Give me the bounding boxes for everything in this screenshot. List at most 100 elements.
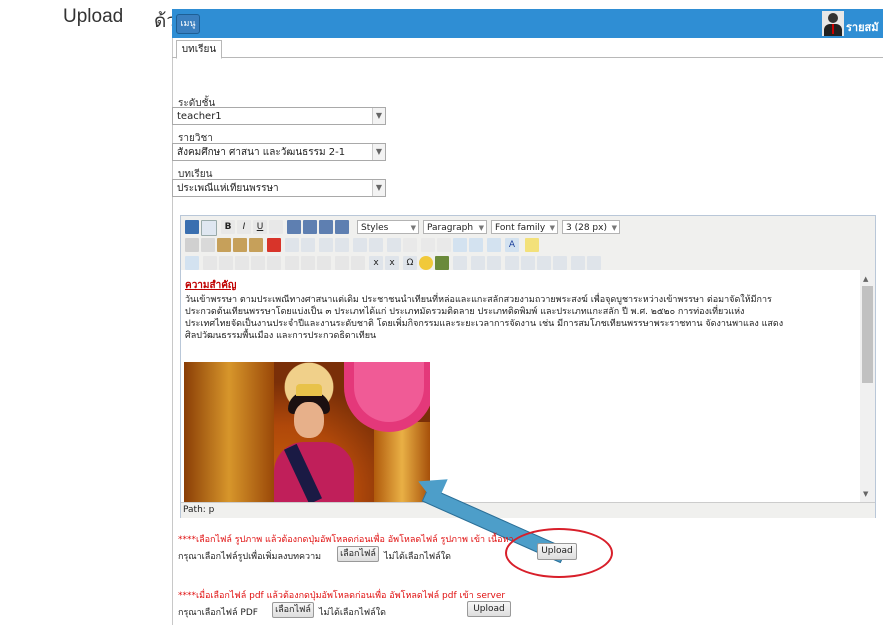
editor-scrollbar-thumb[interactable] — [862, 286, 873, 383]
align-justify-icon[interactable] — [335, 220, 349, 234]
delete-row-icon[interactable] — [267, 256, 281, 270]
image-icon[interactable] — [435, 256, 449, 270]
chevron-down-icon: ▼ — [372, 144, 385, 160]
rtl-icon[interactable] — [487, 256, 501, 270]
row-props-icon[interactable] — [203, 256, 217, 270]
bold-icon[interactable]: B — [221, 220, 235, 234]
italic-icon[interactable]: I — [237, 220, 251, 234]
insert-col-after-icon[interactable] — [301, 256, 315, 270]
scroll-down-icon[interactable]: ▼ — [863, 490, 868, 498]
visual-aid-icon[interactable] — [587, 256, 601, 270]
content-heading: ความสำคัญ — [185, 280, 237, 291]
highlight-color-icon[interactable] — [525, 238, 539, 252]
content-line: วันเข้าพรรษา ตามประเพณีทางศาสนาแต่เดิม ป… — [185, 295, 772, 305]
align-center-icon[interactable] — [303, 220, 317, 234]
scroll-up-icon[interactable]: ▲ — [863, 275, 868, 283]
paragraph-select[interactable]: Paragraph ▼ — [423, 220, 487, 234]
level-select-value: teacher1 — [177, 111, 222, 122]
content-paragraph: วันเข้าพรรษา ตามประเพณีทางศาสนาแต่เดิม ป… — [185, 294, 855, 342]
emoticon-icon[interactable] — [419, 256, 433, 270]
pdf-upload-button[interactable]: Upload — [467, 601, 511, 617]
special-char-icon[interactable]: Ω — [403, 256, 417, 270]
font-size-select-label: 3 (28 px) — [566, 223, 607, 233]
horizontal-rule-icon[interactable] — [469, 238, 483, 252]
chevron-down-icon: ▼ — [611, 224, 617, 232]
table-icon[interactable] — [185, 256, 199, 270]
delete-col-icon[interactable] — [317, 256, 331, 270]
indent-icon[interactable] — [369, 238, 383, 252]
chevron-down-icon: ▼ — [410, 224, 416, 232]
font-size-select[interactable]: 3 (28 px) ▼ — [562, 220, 620, 234]
lesson-select[interactable]: ประเพณีแห่เทียนพรรษา ▼ — [172, 179, 386, 197]
merge-cells-icon[interactable] — [351, 256, 365, 270]
editor-toolbar-row-2: A — [181, 236, 875, 254]
move-backward-icon[interactable] — [553, 256, 567, 270]
media-icon[interactable] — [267, 238, 281, 252]
editor-statusbar: Path: p — [181, 502, 875, 518]
paste-word-icon[interactable] — [249, 238, 263, 252]
superscript-icon[interactable]: x — [385, 256, 399, 270]
lesson-select-value: ประเพณีแห่เทียนพรรษา — [177, 183, 279, 194]
text-color-icon[interactable]: A — [505, 238, 519, 252]
bullet-list-icon[interactable] — [319, 238, 333, 252]
tab-lesson[interactable]: บทเรียน — [176, 40, 222, 59]
insert-row-before-icon[interactable] — [235, 256, 249, 270]
save-icon[interactable] — [185, 220, 199, 234]
tab-divider — [172, 57, 883, 58]
outdent-icon[interactable] — [353, 238, 367, 252]
content-photo[interactable] — [184, 362, 430, 502]
ltr-icon[interactable] — [471, 256, 485, 270]
cell-props-icon[interactable] — [219, 256, 233, 270]
unlink-icon[interactable] — [437, 238, 451, 252]
image-upload-warning: ****เลือกไฟล์ รูปภาพ แล้วต้องกดปุ่มอัพโห… — [178, 535, 514, 545]
image-choose-file-button[interactable]: เลือกไฟล์ — [337, 546, 379, 562]
image-no-file-label: ไม่ได้เลือกไฟล์ใด — [384, 552, 451, 562]
underline-icon[interactable]: U — [253, 220, 267, 234]
find-icon[interactable] — [285, 238, 299, 252]
replace-icon[interactable] — [301, 238, 315, 252]
user-avatar-icon[interactable] — [822, 11, 844, 36]
absolute-icon[interactable] — [571, 256, 585, 270]
insert-row-after-icon[interactable] — [251, 256, 265, 270]
styles-select-label: Styles — [361, 223, 389, 233]
chevron-down-icon: ▼ — [549, 224, 555, 232]
cleanup-icon[interactable] — [487, 238, 501, 252]
chevron-down-icon: ▼ — [372, 108, 385, 124]
styles-select[interactable]: Styles ▼ — [357, 220, 419, 234]
subject-select-value: สังคมศึกษา ศาสนา และวัฒนธรรม 2-1 — [177, 147, 346, 158]
pdf-upload-warning: ****เมื่อเลือกไฟล์ pdf แล้วต้องกดปุ่มอัพ… — [178, 591, 506, 601]
paste-text-icon[interactable] — [233, 238, 247, 252]
align-left-icon[interactable] — [287, 220, 301, 234]
split-cells-icon[interactable] — [335, 256, 349, 270]
subscript-icon[interactable]: x — [369, 256, 383, 270]
paragraph-select-label: Paragraph — [427, 223, 474, 233]
link-icon[interactable] — [421, 238, 435, 252]
username-label[interactable]: รายสมั — [846, 18, 883, 36]
font-family-select[interactable]: Font family ▼ — [491, 220, 558, 234]
menu-button[interactable]: เมนู — [176, 14, 200, 34]
new-document-icon[interactable] — [201, 220, 217, 236]
content-line: ศิลปวัฒนธรรมพื้นเมือง และการประกวดธิดาเท… — [185, 331, 377, 341]
editor-path: Path: p — [183, 505, 215, 515]
undo-icon[interactable] — [387, 238, 401, 252]
strikethrough-icon[interactable] — [269, 220, 283, 234]
cut-icon[interactable] — [185, 238, 199, 252]
editor-toolbar-row-1: B I U Styles ▼ Paragraph ▼ Font family ▼ 3 … — [181, 218, 875, 236]
anchor-icon[interactable] — [453, 238, 467, 252]
fullscreen-icon[interactable] — [505, 256, 519, 270]
redo-icon[interactable] — [403, 238, 417, 252]
pdf-choose-file-button[interactable]: เลือกไฟล์ — [272, 602, 314, 618]
move-forward-icon[interactable] — [537, 256, 551, 270]
copy-icon[interactable] — [201, 238, 215, 252]
caption-upload: Upload — [63, 6, 124, 27]
align-right-icon[interactable] — [319, 220, 333, 234]
layer-icon[interactable] — [521, 256, 535, 270]
numbered-list-icon[interactable] — [335, 238, 349, 252]
pdf-upload-prompt: กรุณาเลือกไฟล์ PDF — [178, 608, 258, 618]
paste-icon[interactable] — [217, 238, 231, 252]
print-icon[interactable] — [453, 256, 467, 270]
top-bar — [172, 9, 883, 38]
insert-col-before-icon[interactable] — [285, 256, 299, 270]
subject-select[interactable]: สังคมศึกษา ศาสนา และวัฒนธรรม 2-1 ▼ — [172, 143, 386, 161]
level-select[interactable]: teacher1 ▼ — [172, 107, 386, 125]
